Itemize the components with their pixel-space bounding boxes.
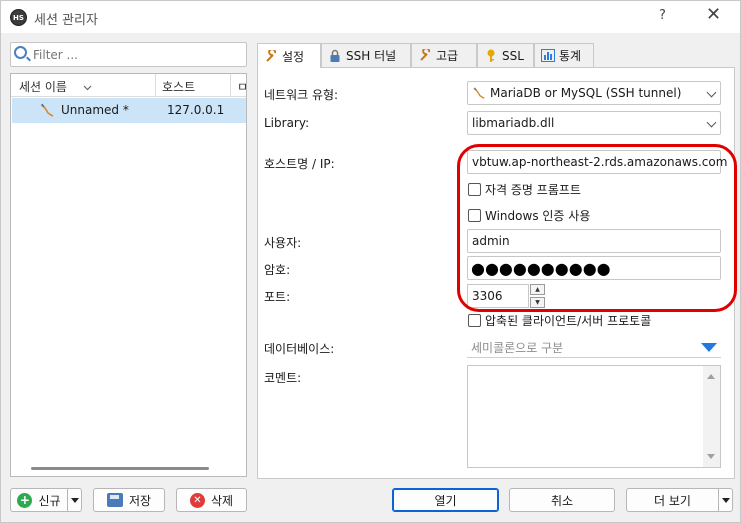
database-select[interactable]: 세미콜론으로 구분 (467, 336, 721, 358)
credential-prompt-checkbox[interactable]: 자격 증명 프롬프트 (468, 181, 581, 198)
scroll-up-icon[interactable] (707, 374, 715, 379)
tab-ssh-tunnel-label: SSH 터널 (346, 49, 397, 63)
tab-ssh-tunnel[interactable]: SSH 터널 (321, 43, 411, 67)
dropdown-arrow-icon[interactable] (701, 343, 717, 352)
app-icon: HS (10, 9, 27, 26)
delete-x-icon: ✕ (189, 492, 205, 508)
cancel-button-label: 취소 (550, 493, 574, 508)
spin-down-button[interactable]: ▼ (530, 297, 545, 308)
host-label: 호스트명 / IP: (264, 157, 335, 171)
plus-icon: + (17, 492, 33, 508)
network-type-label: 네트워크 유형: (264, 88, 339, 102)
password-mask: ●●●●●●●●●● (471, 259, 611, 278)
library-label: Library: (264, 116, 310, 130)
credential-prompt-label: 자격 증명 프롬프트 (485, 183, 581, 197)
tab-settings-label: 설정 (282, 49, 305, 64)
search-icon (14, 46, 27, 59)
checkbox-box[interactable] (468, 183, 481, 196)
compressed-protocol-label: 압축된 클라이언트/서버 프로토콜 (485, 314, 652, 328)
comment-textarea[interactable] (467, 365, 721, 468)
new-dropdown-arrow[interactable] (67, 489, 81, 511)
host-input[interactable]: vbtuw.ap-northeast-2.rds.amazonaws.com (467, 150, 727, 174)
tab-statistics-label: 통계 (559, 49, 582, 63)
save-button[interactable]: 저장 (93, 488, 165, 512)
column-host[interactable]: 호스트 (162, 78, 195, 95)
horizontal-scrollbar[interactable] (31, 467, 209, 470)
session-name: Unnamed * (61, 103, 129, 117)
chevron-down-icon (706, 117, 717, 128)
open-button-label: 열기 (434, 493, 457, 508)
open-button[interactable]: 열기 (392, 488, 499, 512)
mysql-dolphin-icon (40, 103, 54, 117)
user-value: admin (472, 234, 510, 248)
wrench-icon (418, 49, 432, 63)
lock-icon (328, 49, 342, 63)
tree-header: 세션 이름 호스트 ㅁ (11, 74, 248, 97)
port-spinner[interactable]: ▲ ▼ (530, 284, 545, 308)
more-dropdown-arrow[interactable] (718, 489, 732, 511)
checkbox-box[interactable] (468, 209, 481, 222)
scroll-down-icon[interactable] (707, 454, 715, 459)
user-input[interactable]: admin (467, 229, 721, 253)
column-separator (155, 74, 156, 97)
session-manager-window: HS 세션 관리자 ? ✕ 세션 이름 호스트 ㅁ Unnamed * 127.… (0, 0, 741, 523)
session-row[interactable]: Unnamed * 127.0.0.1 (12, 98, 246, 123)
column-separator (230, 74, 231, 97)
session-tree[interactable]: 세션 이름 호스트 ㅁ Unnamed * 127.0.0.1 (10, 73, 248, 477)
password-label: 암호: (264, 263, 291, 277)
network-type-select[interactable]: MariaDB or MySQL (SSH tunnel) (467, 81, 721, 105)
chart-icon (541, 49, 555, 63)
session-host: 127.0.0.1 (167, 103, 225, 117)
key-icon (484, 49, 498, 63)
delete-button-label: 삭제 (210, 493, 234, 508)
more-button-label: 더 보기 (654, 493, 691, 508)
windows-auth-checkbox[interactable]: Windows 인증 사용 (468, 207, 590, 224)
port-input[interactable]: 3306 (467, 284, 529, 308)
help-button[interactable]: ? (659, 8, 666, 23)
chevron-down-icon (706, 87, 717, 98)
spin-up-button[interactable]: ▲ (530, 284, 545, 295)
sort-chevron-icon (83, 80, 92, 94)
host-value: vbtuw.ap-northeast-2.rds.amazonaws.com (472, 155, 728, 169)
column-session-name[interactable]: 세션 이름 (19, 78, 67, 95)
floppy-disk-icon (106, 493, 123, 507)
comment-label: 코멘트: (264, 371, 302, 385)
filter-box[interactable] (10, 42, 247, 67)
database-placeholder: 세미콜론으로 구분 (471, 341, 564, 355)
delete-button[interactable]: ✕ 삭제 (176, 488, 247, 512)
vertical-scrollbar[interactable] (703, 366, 720, 467)
close-button[interactable]: ✕ (706, 4, 721, 25)
port-label: 포트: (264, 290, 291, 304)
library-value: libmariadb.dll (472, 116, 555, 130)
database-label: 데이터베이스: (264, 342, 335, 356)
compressed-protocol-checkbox[interactable]: 압축된 클라이언트/서버 프로토콜 (468, 312, 651, 329)
checkbox-box[interactable] (468, 314, 481, 327)
new-button-label: 신규 (38, 493, 61, 508)
more-button[interactable]: 더 보기 (626, 488, 733, 512)
tab-settings[interactable]: 설정 (257, 43, 321, 68)
tab-ssl[interactable]: SSL (477, 43, 534, 67)
save-button-label: 저장 (128, 493, 152, 508)
network-type-value: MariaDB or MySQL (SSH tunnel) (490, 86, 682, 100)
password-input[interactable]: ●●●●●●●●●● (467, 256, 721, 280)
window-title: 세션 관리자 (34, 13, 98, 28)
tab-advanced-label: 고급 (436, 49, 459, 63)
windows-auth-label: Windows 인증 사용 (485, 209, 591, 223)
cancel-button[interactable]: 취소 (509, 488, 615, 512)
tab-statistics[interactable]: 통계 (534, 43, 594, 67)
mysql-dolphin-icon (473, 87, 485, 99)
filter-input[interactable] (33, 46, 238, 64)
tab-advanced[interactable]: 고급 (411, 43, 477, 67)
user-label: 사용자: (264, 236, 302, 250)
port-value: 3306 (472, 289, 503, 303)
title-bar: HS 세션 관리자 ? ✕ (1, 1, 740, 33)
column-extra[interactable]: ㅁ (237, 78, 248, 95)
new-button[interactable]: + 신규 (10, 488, 82, 512)
wrench-icon (264, 49, 278, 63)
library-select[interactable]: libmariadb.dll (467, 111, 721, 135)
tab-ssl-label: SSL (502, 48, 524, 63)
